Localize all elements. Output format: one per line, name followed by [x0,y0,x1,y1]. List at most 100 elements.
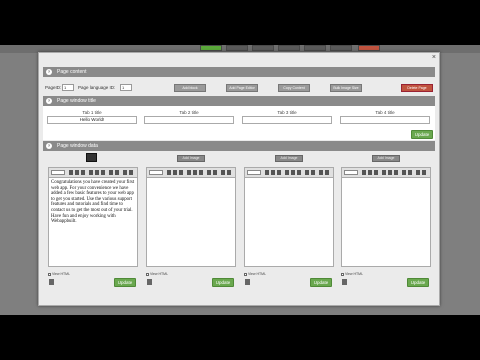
underline-icon[interactable] [277,170,281,175]
bold-icon[interactable] [69,170,73,175]
indent-icon[interactable] [408,170,412,175]
editor-column-4: Add Image View HTML Update [341,153,431,303]
checkbox-icon[interactable] [146,272,149,276]
list-icon[interactable] [109,170,113,175]
align-right-icon[interactable] [394,170,398,175]
add-page-editor-button[interactable]: Add Page Editor [226,84,258,92]
bulk-image-size-button[interactable]: Bulk Image Size [330,84,362,92]
italic-icon[interactable] [75,170,79,175]
align-left-icon[interactable] [285,170,289,175]
add-image-button[interactable]: Add Image [275,155,303,162]
indent-icon[interactable] [115,170,119,175]
format-select[interactable] [344,170,358,175]
trash-icon[interactable] [147,279,152,285]
question-icon[interactable]: ? [46,98,52,104]
align-center-icon[interactable] [95,170,99,175]
underline-icon[interactable] [81,170,85,175]
align-right-icon[interactable] [297,170,301,175]
update-titles-button[interactable]: Update [411,130,433,139]
underline-icon[interactable] [179,170,183,175]
align-left-icon[interactable] [187,170,191,175]
view-html-toggle[interactable]: View HTML [146,272,168,276]
editor-toolbar [146,167,236,177]
add-block-button[interactable]: Add block [174,84,206,92]
editor-content[interactable] [244,177,334,267]
underline-icon[interactable] [374,170,378,175]
nav-button-logout[interactable] [358,45,380,51]
format-select[interactable] [149,170,163,175]
add-image-button[interactable]: Add Image [372,155,400,162]
tab-titles-area: Tab 1 title Hello World! Tab 2 title Tab… [43,106,435,140]
list-icon[interactable] [305,170,309,175]
more-icon[interactable] [227,170,231,175]
checkbox-icon[interactable] [341,272,344,276]
tab-1-title-input[interactable]: Hello World! [47,116,137,124]
nav-button-5[interactable] [304,45,326,51]
tab-4-title-input[interactable] [340,116,430,124]
bold-icon[interactable] [167,170,171,175]
editor-content[interactable]: Congratulations you have created your fi… [48,177,138,267]
link-icon[interactable] [416,170,420,175]
copy-content-button[interactable]: Copy Content [278,84,310,92]
indent-icon[interactable] [311,170,315,175]
align-right-icon[interactable] [199,170,203,175]
page-language-select[interactable]: 1 [120,84,132,91]
page-id-label: PageID: [45,85,62,90]
trash-icon[interactable] [49,279,54,285]
tab-4-column: Tab 4 title [340,110,430,124]
nav-button-4[interactable] [278,45,300,51]
align-center-icon[interactable] [193,170,197,175]
list-icon[interactable] [402,170,406,175]
tab-3-title-input[interactable] [242,116,332,124]
nav-button-6[interactable] [330,45,352,51]
more-icon[interactable] [325,170,329,175]
image-thumbnail[interactable] [86,153,97,162]
align-left-icon[interactable] [89,170,93,175]
italic-icon[interactable] [368,170,372,175]
nav-button-2[interactable] [226,45,248,51]
checkbox-icon[interactable] [244,272,247,276]
question-icon[interactable]: ? [46,143,52,149]
italic-icon[interactable] [173,170,177,175]
page-language-label: Page language ID: [78,85,116,90]
align-left-icon[interactable] [382,170,386,175]
bold-icon[interactable] [265,170,269,175]
checkbox-icon[interactable] [48,272,51,276]
editor-content[interactable] [146,177,236,267]
format-select[interactable] [51,170,65,175]
link-icon[interactable] [221,170,225,175]
trash-icon[interactable] [245,279,250,285]
indent-icon[interactable] [213,170,217,175]
editor-content[interactable] [341,177,431,267]
more-icon[interactable] [422,170,426,175]
align-right-icon[interactable] [101,170,105,175]
tab-2-title-input[interactable] [144,116,234,124]
editor-toolbar [244,167,334,177]
trash-icon[interactable] [342,279,347,285]
nav-button-3[interactable] [252,45,274,51]
align-center-icon[interactable] [388,170,392,175]
view-html-toggle[interactable]: View HTML [244,272,266,276]
format-select[interactable] [247,170,261,175]
window-title-section-title: Page window title [57,98,96,104]
update-editor-4-button[interactable]: Update [407,278,429,287]
question-icon[interactable]: ? [46,69,52,75]
update-editor-1-button[interactable]: Update [114,278,136,287]
more-icon[interactable] [129,170,133,175]
view-html-toggle[interactable]: View HTML [48,272,70,276]
update-editor-2-button[interactable]: Update [212,278,234,287]
update-editor-3-button[interactable]: Update [310,278,332,287]
link-icon[interactable] [123,170,127,175]
delete-page-button[interactable]: Delete Page [401,84,433,92]
close-icon[interactable]: × [432,54,436,61]
bold-icon[interactable] [362,170,366,175]
view-html-toggle[interactable]: View HTML [341,272,363,276]
italic-icon[interactable] [271,170,275,175]
add-image-button[interactable]: Add Image [177,155,205,162]
page-id-select[interactable]: 1 [62,84,74,91]
list-icon[interactable] [207,170,211,175]
editor-toolbar [341,167,431,177]
align-center-icon[interactable] [291,170,295,175]
link-icon[interactable] [319,170,323,175]
nav-button-1[interactable] [200,45,222,51]
